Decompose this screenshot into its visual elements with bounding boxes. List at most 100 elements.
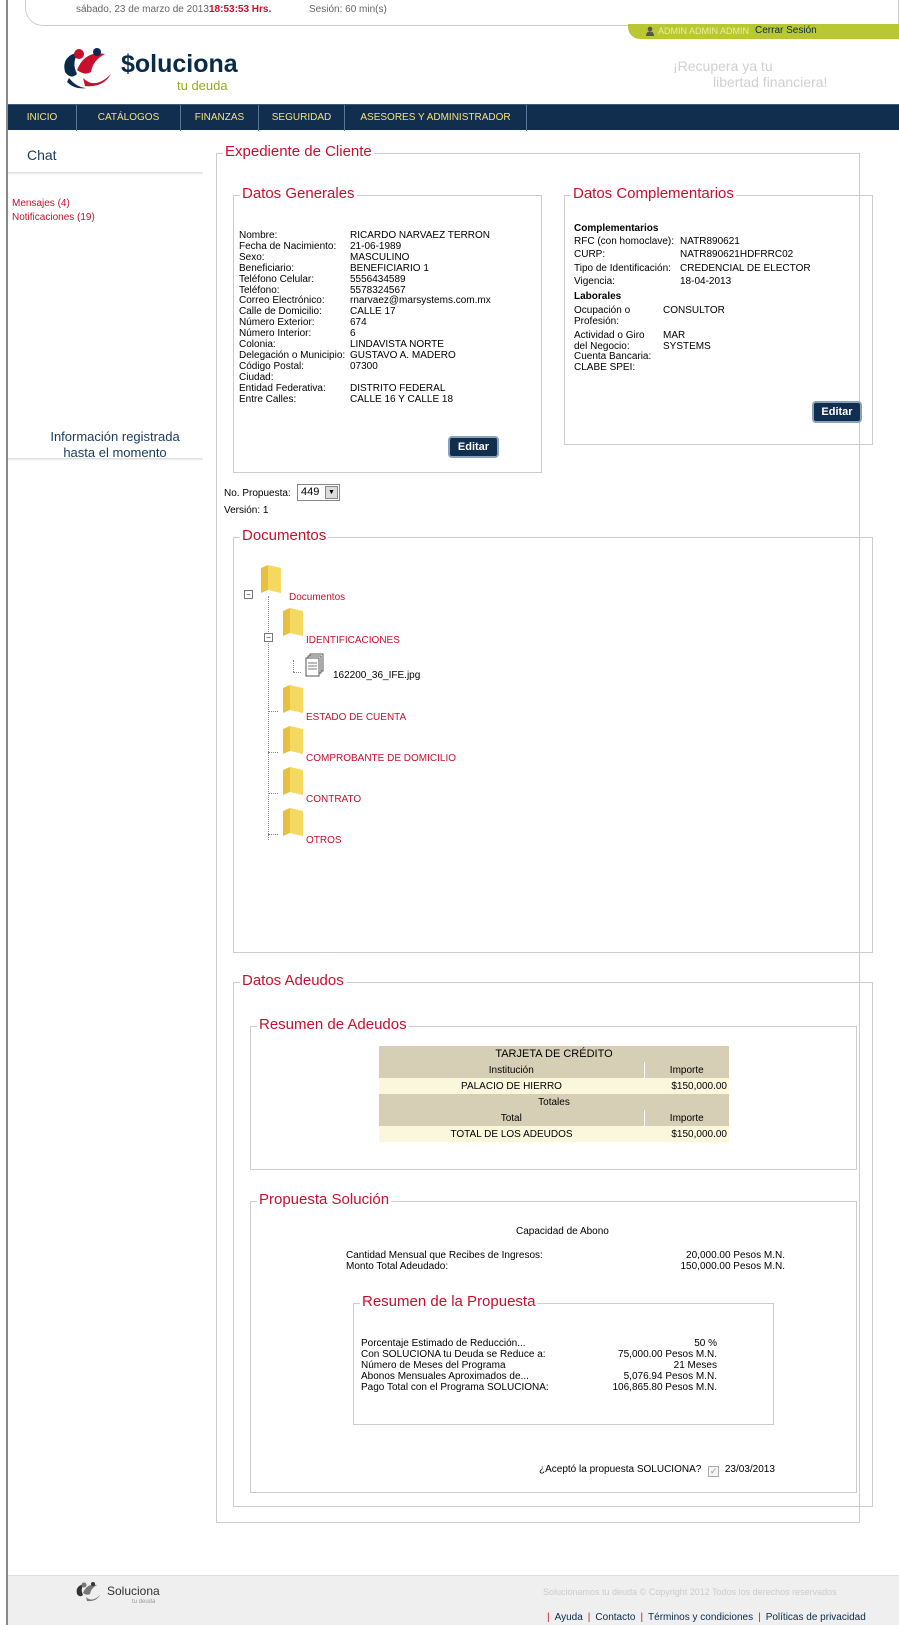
institution-cell: PALACIO DE HIERRO <box>379 1078 644 1094</box>
propuesta-select[interactable]: 449 ▼ <box>297 484 340 501</box>
footer-link[interactable]: Términos y condiciones <box>648 1612 753 1623</box>
info-label: Vigencia: <box>574 276 615 288</box>
info-label: CURP: <box>574 249 606 261</box>
footer-link[interactable]: Políticas de privacidad <box>766 1612 866 1623</box>
tree-folder-estado-de-cuenta[interactable]: ESTADO DE CUENTA <box>306 712 406 723</box>
collapse-toggle-icon[interactable]: − <box>264 633 273 642</box>
info-row: Entre Calles: CALLE 16 Y CALLE 18 <box>239 393 491 406</box>
tree-folder-otros[interactable]: OTROS <box>306 835 342 846</box>
folder-icon[interactable] <box>260 564 282 594</box>
datos-generales-title: Datos Generales <box>240 185 357 202</box>
propuesta-select-value: 449 <box>301 486 320 498</box>
info-value: CALLE 16 Y CALLE 18 <box>350 393 454 405</box>
proposal-value: 50 % <box>694 1338 717 1349</box>
copyright: Solucionamos tu deuda © Copyright 2012 T… <box>543 1587 837 1597</box>
footer-brand: Soluciona <box>107 1584 160 1598</box>
propuesta-solucion-title: Propuesta Solución <box>257 1191 392 1208</box>
resumen-adeudos-title: Resumen de Adeudos <box>257 1016 409 1033</box>
footer-link[interactable]: Ayuda <box>555 1612 583 1623</box>
info-label: Entidad Federativa: <box>239 382 326 394</box>
folder-icon[interactable] <box>282 807 304 837</box>
tree-line <box>268 793 278 794</box>
logo-mark-icon <box>76 1582 100 1602</box>
version-label: Versión: 1 <box>224 505 269 516</box>
debt-table: TARJETA DE CRÉDITO Institución Importe P… <box>379 1046 729 1142</box>
folder-icon[interactable] <box>282 725 304 755</box>
info-value: 18-04-2013 <box>680 276 732 288</box>
proposal-label: Con SOLUCIONA tu Deuda se Reduce a: <box>361 1349 546 1360</box>
tree-line <box>268 752 278 753</box>
col-importe: Importe <box>644 1062 729 1078</box>
tree-folder-identificaciones[interactable]: IDENTIFICACIONES <box>306 635 400 646</box>
info-value: 07300 <box>350 360 378 372</box>
brand-logo[interactable]: $oluciona tu deuda <box>57 44 238 94</box>
nav-finanzas[interactable]: FINANZAS <box>181 105 259 131</box>
info-label: Beneficiario: <box>239 262 295 274</box>
nav-seguridad[interactable]: SEGURIDAD <box>259 105 345 131</box>
datos-complementarios-list: Complementarios RFC (con homoclave): NATR… <box>574 223 811 374</box>
documentos-title: Documentos <box>240 527 329 544</box>
edit-complementarios-button[interactable]: Editar <box>812 401 862 423</box>
adeudado-label: Monto Total Adeudado: <box>346 1261 449 1272</box>
link-separator: | <box>547 1612 550 1623</box>
amount-cell: $150,000.00 <box>644 1078 729 1094</box>
info-row: CURP: NATR890621HDFRRC02 <box>574 248 811 262</box>
link-separator: | <box>587 1612 591 1623</box>
accept-date: 23/03/2013 <box>724 1464 775 1475</box>
proposal-label: Pago Total con el Programa SOLUCIONA: <box>361 1382 549 1393</box>
resumen-propuesta-list: Porcentaje Estimado de Reducción... 50 % C… <box>361 1338 717 1393</box>
slogan-line-1: ¡Recupera ya tu <box>673 58 773 74</box>
tree-folder-contrato[interactable]: CONTRATO <box>306 794 361 805</box>
totales-header: Totales <box>379 1094 729 1110</box>
folder-icon[interactable] <box>282 684 304 714</box>
nav-asesores[interactable]: ASESORES Y ADMINISTRADOR <box>345 105 527 131</box>
info-row: Vigencia: 18-04-2013 <box>574 275 811 289</box>
col-institucion: Institución <box>379 1062 645 1078</box>
section-laborales: Laborales <box>574 290 622 302</box>
proposal-row: Número de Meses del Programa 21 Meses <box>361 1360 717 1371</box>
footer-logo[interactable]: Soluciona tu deuda <box>72 1580 182 1608</box>
ingresos-label: Cantidad Mensual que Recibes de Ingresos… <box>346 1250 543 1261</box>
status-bar: sábado, 23 de marzo de 2013 18:53:53 Hrs… <box>25 0 899 26</box>
clabe-label: CLABE SPEI: <box>574 362 636 374</box>
nav-inicio[interactable]: INICIO <box>8 105 77 131</box>
edit-generales-button[interactable]: Editar <box>448 436 499 458</box>
table-header: TARJETA DE CRÉDITO <box>379 1046 729 1062</box>
logout-link[interactable]: Cerrar Sesión <box>755 25 817 36</box>
tree-root-documentos[interactable]: Documentos <box>289 592 345 603</box>
tree-line <box>268 834 278 835</box>
info-value: DISTRITO FEDERAL <box>350 382 446 394</box>
propuesta-label: No. Propuesta: <box>224 488 291 499</box>
collapse-toggle-icon[interactable]: − <box>244 590 253 599</box>
capacidad-abono-title: Capacidad de Abono <box>516 1226 609 1237</box>
messages-link[interactable]: Mensajes (4) <box>12 197 95 211</box>
brand-subtitle: tu deuda <box>177 78 228 93</box>
info-row: Código Postal: 07300 <box>239 360 491 373</box>
expediente-title: Expediente de Cliente <box>223 143 374 160</box>
col-importe-total: Importe <box>644 1110 729 1126</box>
folder-icon[interactable] <box>282 607 304 637</box>
nav-catalogos[interactable]: CATÁLOGOS <box>77 105 181 131</box>
info-value: NATR890621 <box>680 235 740 247</box>
brand-name: $oluciona <box>121 50 238 78</box>
footer-link[interactable]: Contacto <box>595 1612 635 1623</box>
folder-icon[interactable] <box>282 766 304 796</box>
chat-title[interactable]: Chat <box>27 147 57 163</box>
tree-line <box>293 672 301 673</box>
accept-checkbox[interactable]: ✓ <box>708 1466 720 1477</box>
info-row: Tipo de Identificación: CREDENCIAL DE ELE… <box>574 262 811 276</box>
info-value: BENEFICIARIO 1 <box>350 262 429 274</box>
activity-row: Actividad o Giro del Negocio: MAR SYSTEMS <box>574 330 811 353</box>
adeudado-value: 150,000.00 Pesos M.N. <box>680 1261 785 1272</box>
current-time: 18:53:53 Hrs. <box>209 4 272 15</box>
proposal-row: Con SOLUCIONA tu Deuda se Reduce a: 75,00… <box>361 1349 717 1360</box>
file-icon[interactable] <box>305 653 325 679</box>
main-nav: INICIO CATÁLOGOS FINANZAS SEGURIDAD ASES… <box>8 104 899 131</box>
tree-folder-comprobante-domicilio[interactable]: COMPROBANTE DE DOMICILIO <box>306 753 456 764</box>
divider <box>8 458 203 461</box>
notifications-link[interactable]: Notificaciones (19) <box>12 211 95 225</box>
col-total: Total <box>379 1110 645 1126</box>
chevron-down-icon[interactable]: ▼ <box>325 486 338 499</box>
current-date: sábado, 23 de marzo de 2013 <box>76 4 209 15</box>
tree-file-ife[interactable]: 162200_36_IFE.jpg <box>333 670 420 681</box>
